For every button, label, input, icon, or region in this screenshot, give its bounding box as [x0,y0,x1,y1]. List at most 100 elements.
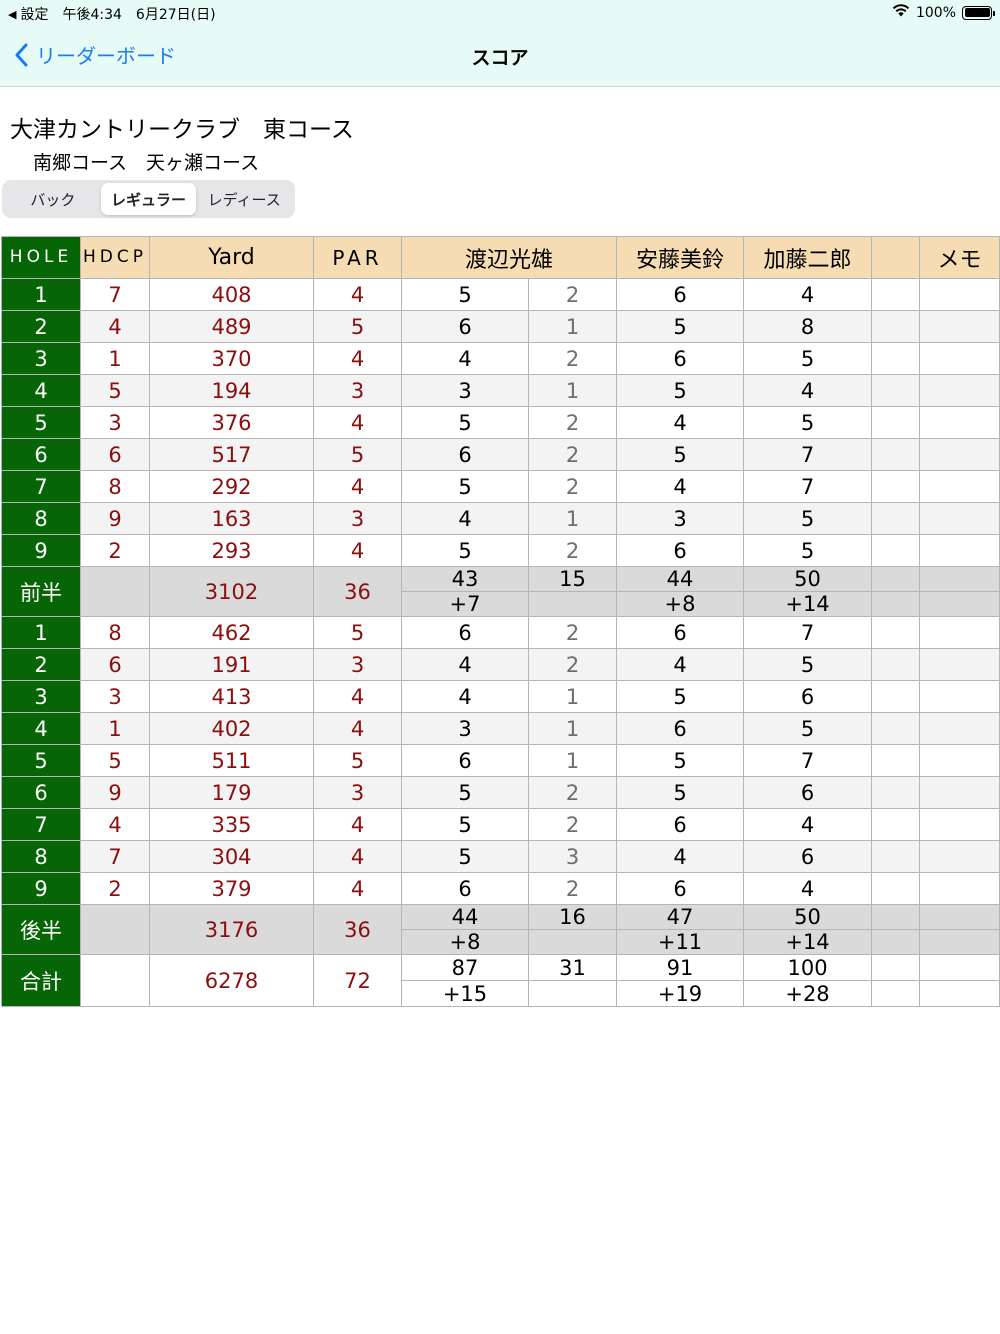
player-2-score[interactable]: 6 [616,534,745,567]
player-1-putt[interactable]: 3 [527,840,618,873]
player-1-score[interactable]: 5 [401,808,529,841]
memo-cell[interactable] [919,744,1000,777]
score-row[interactable]: 1 8 462 5 6 2 6 7 [1,616,1000,649]
score-row[interactable]: 8 9 163 3 4 1 3 5 [1,502,1000,535]
player-1-score[interactable]: 6 [401,872,529,905]
player-2-score[interactable]: 4 [616,470,745,503]
tee-ladies-button[interactable]: レディース [196,183,292,215]
player-1-putt[interactable]: 1 [527,374,618,407]
memo-cell[interactable] [919,712,1000,745]
player-3-score[interactable]: 5 [743,502,873,535]
memo-cell[interactable] [919,872,1000,905]
player-2-score[interactable]: 5 [616,776,745,809]
player-2-score[interactable]: 4 [616,648,745,681]
score-row[interactable]: 7 4 335 4 5 2 6 4 [1,808,1000,841]
memo-cell[interactable] [919,840,1000,873]
back-triangle-icon[interactable]: ◀ [8,8,16,21]
memo-cell[interactable] [919,808,1000,841]
player-2-score[interactable]: 6 [616,616,745,649]
player-1-score[interactable]: 5 [401,470,529,503]
header-player-1[interactable]: 渡辺光雄 [400,236,618,279]
memo-cell[interactable] [919,278,1000,311]
player-2-score[interactable]: 6 [616,342,745,375]
player-1-score[interactable]: 6 [401,616,529,649]
tee-back-button[interactable]: バック [5,183,101,215]
score-row[interactable]: 4 1 402 4 3 1 6 5 [1,712,1000,745]
header-player-2[interactable]: 安藤美鈴 [616,236,745,279]
player-1-score[interactable]: 6 [401,744,529,777]
player-1-putt[interactable]: 1 [527,680,618,713]
score-row[interactable]: 8 7 304 4 5 3 4 6 [1,840,1000,873]
memo-cell[interactable] [919,342,1000,375]
score-row[interactable]: 5 3 376 4 5 2 4 5 [1,406,1000,439]
memo-cell[interactable] [919,680,1000,713]
player-1-score[interactable]: 3 [401,712,529,745]
header-player-3[interactable]: 加藤二郎 [743,236,873,279]
player-3-score[interactable]: 5 [743,406,873,439]
player-2-score[interactable]: 3 [616,502,745,535]
player-3-score[interactable]: 6 [743,840,873,873]
player-1-score[interactable]: 6 [401,310,529,343]
player-1-putt[interactable]: 1 [527,310,618,343]
player-3-score[interactable]: 5 [743,342,873,375]
player-1-putt[interactable]: 2 [527,406,618,439]
player-2-score[interactable]: 6 [616,872,745,905]
player-2-score[interactable]: 6 [616,712,745,745]
player-3-score[interactable]: 5 [743,712,873,745]
player-1-score[interactable]: 5 [401,534,529,567]
player-1-putt[interactable]: 2 [527,534,618,567]
player-3-score[interactable]: 4 [743,278,873,311]
player-1-putt[interactable]: 2 [527,278,618,311]
score-row[interactable]: 3 3 413 4 4 1 5 6 [1,680,1000,713]
player-1-putt[interactable]: 2 [527,648,618,681]
player-1-score[interactable]: 3 [401,374,529,407]
player-1-putt[interactable]: 1 [527,712,618,745]
player-1-score[interactable]: 4 [401,342,529,375]
player-1-score[interactable]: 4 [401,648,529,681]
player-1-score[interactable]: 4 [401,680,529,713]
player-2-score[interactable]: 5 [616,374,745,407]
player-1-putt[interactable]: 1 [527,744,618,777]
status-back-app[interactable]: 設定 [20,4,48,24]
score-row[interactable]: 3 1 370 4 4 2 6 5 [1,342,1000,375]
player-2-score[interactable]: 5 [616,744,745,777]
player-3-score[interactable]: 7 [743,470,873,503]
player-1-score[interactable]: 5 [401,776,529,809]
score-row[interactable]: 5 5 511 5 6 1 5 7 [1,744,1000,777]
player-1-putt[interactable]: 2 [527,470,618,503]
player-3-score[interactable]: 4 [743,808,873,841]
player-3-score[interactable]: 4 [743,872,873,905]
memo-cell[interactable] [919,776,1000,809]
player-3-score[interactable]: 7 [743,438,873,471]
player-1-putt[interactable]: 2 [527,872,618,905]
score-row[interactable]: 6 6 517 5 6 2 5 7 [1,438,1000,471]
memo-cell[interactable] [919,534,1000,567]
player-3-score[interactable]: 7 [743,744,873,777]
player-1-putt[interactable]: 2 [527,342,618,375]
player-3-score[interactable]: 4 [743,374,873,407]
player-2-score[interactable]: 6 [616,808,745,841]
memo-cell[interactable] [919,310,1000,343]
player-2-score[interactable]: 4 [616,406,745,439]
player-1-score[interactable]: 5 [401,406,529,439]
memo-cell[interactable] [919,616,1000,649]
player-3-score[interactable]: 7 [743,616,873,649]
player-1-score[interactable]: 5 [401,278,529,311]
player-1-putt[interactable]: 1 [527,502,618,535]
score-row[interactable]: 1 7 408 4 5 2 6 4 [1,278,1000,311]
player-3-score[interactable]: 8 [743,310,873,343]
player-1-score[interactable]: 5 [401,840,529,873]
player-3-score[interactable]: 5 [743,648,873,681]
player-1-putt[interactable]: 2 [527,438,618,471]
memo-cell[interactable] [919,470,1000,503]
score-row[interactable]: 2 6 191 3 4 2 4 5 [1,648,1000,681]
player-2-score[interactable]: 5 [616,438,745,471]
score-row[interactable]: 9 2 379 4 6 2 6 4 [1,872,1000,905]
memo-cell[interactable] [919,502,1000,535]
score-row[interactable]: 9 2 293 4 5 2 6 5 [1,534,1000,567]
memo-cell[interactable] [919,648,1000,681]
player-2-score[interactable]: 5 [616,680,745,713]
player-1-score[interactable]: 6 [401,438,529,471]
player-3-score[interactable]: 6 [743,680,873,713]
score-row[interactable]: 6 9 179 3 5 2 5 6 [1,776,1000,809]
